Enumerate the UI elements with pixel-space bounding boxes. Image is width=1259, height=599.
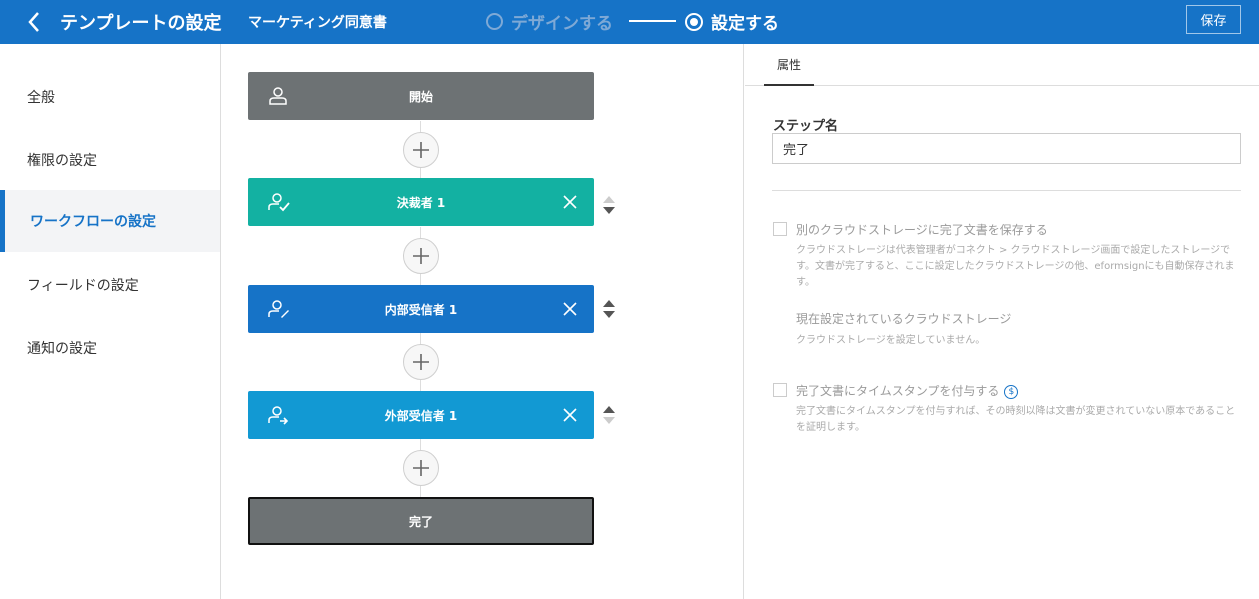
step-label: 完了 — [408, 514, 433, 529]
close-icon[interactable] — [562, 407, 578, 423]
timestamp-option: 完了文書にタイムスタンプを付与する $ — [796, 382, 1019, 399]
plus-icon — [413, 460, 429, 476]
reorder-arrows-icon[interactable] — [602, 297, 616, 321]
add-step-button[interactable] — [403, 344, 439, 380]
plus-icon — [413, 248, 429, 264]
workflow-step-internal-recipient[interactable]: 内部受信者 1 — [248, 285, 594, 333]
add-step-button[interactable] — [403, 450, 439, 486]
step-name-input[interactable] — [772, 133, 1241, 164]
add-step-button[interactable] — [403, 132, 439, 168]
workflow-step-external-recipient[interactable]: 外部受信者 1 — [248, 391, 594, 439]
step-label: 外部受信者 1 — [384, 408, 458, 423]
step-design-label: デザインする — [511, 14, 613, 34]
sidebar-item-general[interactable]: 全般 — [0, 66, 220, 128]
person-arrow-icon — [268, 406, 289, 425]
timestamp-label: 完了文書にタイムスタンプを付与する — [796, 384, 1000, 398]
workflow-step-approver[interactable]: 決裁者 1 — [248, 178, 594, 226]
cloud-storage-label: 別のクラウドストレージに完了文書を保存する — [796, 223, 1048, 237]
step-label: 内部受信者 1 — [384, 302, 458, 317]
document-name: マーケティング同意書 — [248, 15, 387, 31]
step-design[interactable]: デザインする — [486, 9, 613, 34]
current-storage-title: 現在設定されているクラウドストレージ — [796, 312, 1012, 326]
workflow-step-complete[interactable]: 完了 — [248, 497, 594, 545]
timestamp-description: 完了文書にタイムスタンプを付与すれば、その時刻以降は文書が変更されていない原本で… — [796, 406, 1236, 433]
page-title: テンプレートの設定 — [60, 13, 222, 34]
sidebar-item-notifications[interactable]: 通知の設定 — [0, 317, 220, 379]
properties-panel: 属性 ステップ名 別のクラウドストレージに完了文書を保存する クラウドストレージ… — [745, 44, 1259, 599]
panel-tabbar: 属性 — [745, 44, 1259, 86]
step-label: 開始 — [408, 89, 433, 104]
reorder-arrows-icon[interactable] — [602, 403, 616, 427]
step-label: 決裁者 1 — [396, 195, 446, 210]
current-storage-description: クラウドストレージを設定していません。 — [796, 335, 986, 346]
person-icon — [269, 87, 287, 105]
step-connector — [629, 20, 676, 22]
divider — [772, 190, 1241, 191]
add-step-button[interactable] — [403, 238, 439, 274]
tab-properties[interactable]: 属性 — [764, 44, 814, 86]
top-header: テンプレートの設定 マーケティング同意書 デザインする 設定する 保存 — [0, 0, 1259, 44]
person-check-icon — [268, 193, 290, 212]
cloud-storage-description: クラウドストレージは代表管理者がコネクト > クラウドストレージ画面で設定したス… — [796, 245, 1235, 288]
sidebar-item-permissions[interactable]: 権限の設定 — [0, 129, 220, 191]
sidebar-item-workflow[interactable]: ワークフローの設定 — [0, 190, 220, 252]
person-edit-icon — [268, 300, 289, 318]
close-icon[interactable] — [562, 301, 578, 317]
close-icon[interactable] — [562, 194, 578, 210]
step-settings-label: 設定する — [711, 14, 779, 34]
sidebar: 全般 権限の設定 ワークフローの設定 フィールドの設定 通知の設定 — [0, 44, 221, 599]
back-button[interactable] — [22, 8, 46, 36]
step-settings[interactable]: 設定する — [685, 9, 779, 34]
reorder-arrows-icon[interactable] — [602, 193, 616, 217]
plus-icon — [413, 142, 429, 158]
paid-feature-icon[interactable]: $ — [1004, 384, 1019, 399]
cloud-storage-checkbox[interactable] — [773, 222, 787, 236]
sidebar-item-fields[interactable]: フィールドの設定 — [0, 254, 220, 316]
plus-icon — [413, 354, 429, 370]
step-name-label: ステップ名 — [773, 119, 839, 134]
workflow-step-start[interactable]: 開始 — [248, 72, 594, 120]
save-button[interactable]: 保存 — [1186, 5, 1241, 34]
radio-selected-icon — [685, 12, 703, 31]
timestamp-checkbox[interactable] — [773, 383, 787, 397]
radio-empty-icon — [486, 13, 503, 30]
chevron-left-icon — [28, 12, 39, 32]
